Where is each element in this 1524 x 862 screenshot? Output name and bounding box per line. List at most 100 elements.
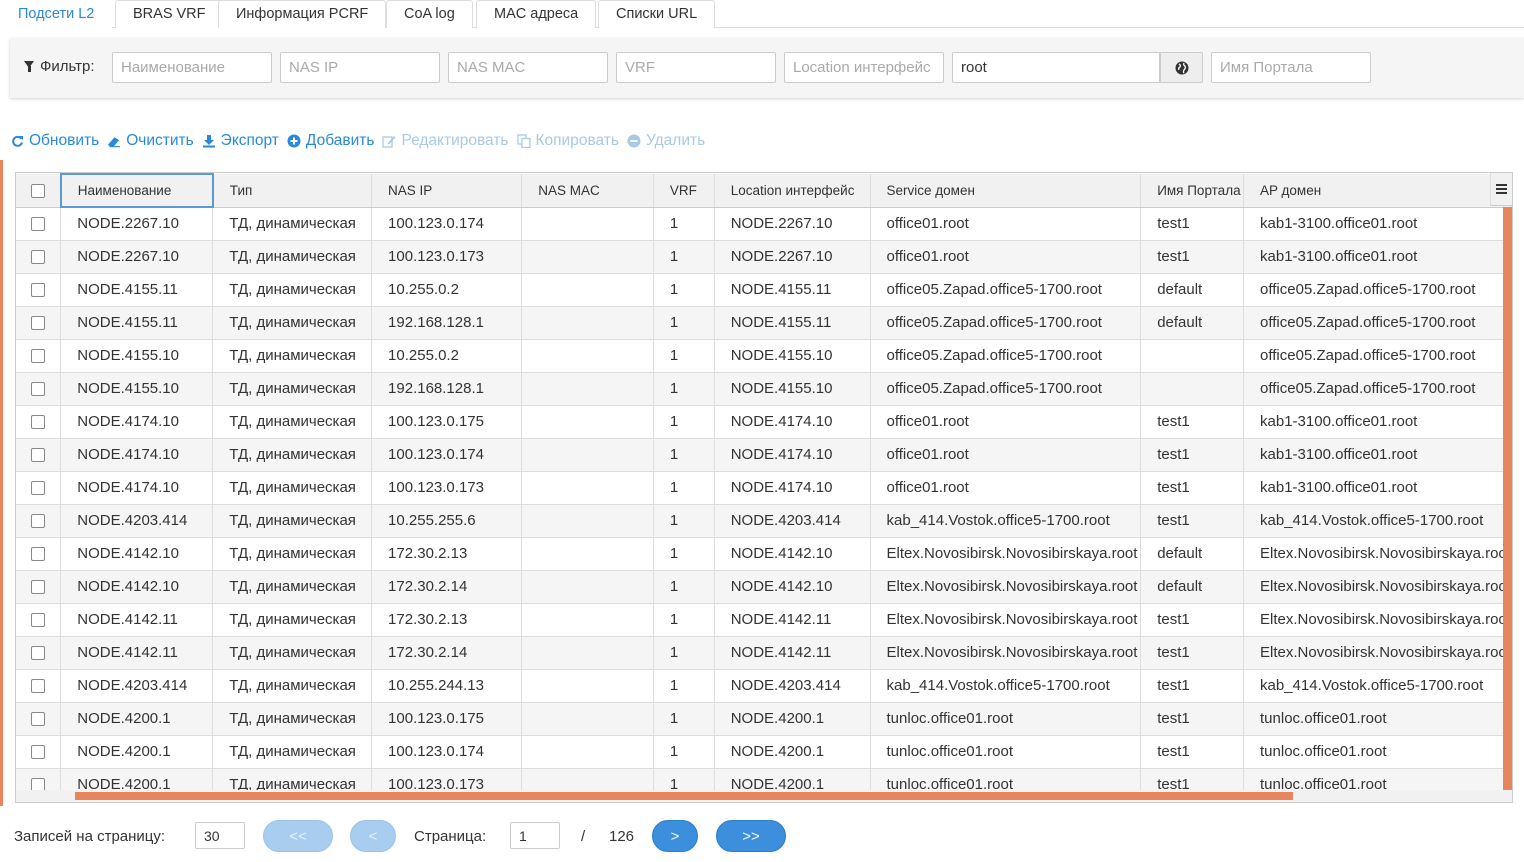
row-checkbox[interactable] [31, 745, 46, 760]
table-row[interactable]: NODE.2267.10 ТД, динамическая 100.123.0.17… [16, 207, 1512, 241]
table-row[interactable]: NODE.2267.10 ТД, динамическая 100.123.0.17… [16, 240, 1512, 274]
column-header-portal-name[interactable]: Имя Портала [1140, 174, 1245, 208]
column-header-name[interactable]: Наименование [59, 173, 214, 208]
name-filter-input[interactable] [112, 52, 272, 83]
cell-ap-domain[interactable]: tunloc.office01.root [1243, 735, 1512, 769]
cell-service-domain[interactable]: office05.Zapad.office5-1700.root [870, 306, 1142, 340]
column-header-nas-mac[interactable]: NAS MAC [521, 174, 654, 208]
cell-service-domain[interactable]: office01.root [870, 438, 1142, 472]
cell-portal-name[interactable]: default [1140, 570, 1245, 604]
cell-type[interactable]: ТД, динамическая [212, 405, 373, 439]
cell-ap-domain[interactable]: Eltex.Novosibirsk.Novosibirskaya.root [1243, 570, 1512, 604]
last-page-button[interactable]: >> [716, 820, 786, 852]
table-row[interactable]: NODE.4155.10 ТД, динамическая 10.255.0.2 1 N… [16, 339, 1512, 373]
cell-ap-domain[interactable]: Eltex.Novosibirsk.Novosibirskaya.root [1243, 636, 1512, 670]
cell-name[interactable]: NODE.2267.10 [60, 240, 214, 274]
cell-service-domain[interactable]: Eltex.Novosibirsk.Novosibirskaya.root [870, 636, 1142, 670]
prev-page-button[interactable]: < [350, 820, 396, 852]
cell-portal-name[interactable]: test1 [1140, 207, 1245, 241]
cell-nas-mac[interactable] [521, 669, 654, 703]
cell-nas-ip[interactable]: 100.123.0.174 [371, 735, 523, 769]
cell-type[interactable]: ТД, динамическая [212, 372, 373, 406]
cell-nas-ip[interactable]: 172.30.2.13 [371, 537, 523, 571]
cell-nas-mac[interactable] [521, 471, 654, 505]
table-row[interactable]: NODE.4203.414 ТД, динамическая 10.255.255.… [16, 504, 1512, 538]
cell-vrf[interactable]: 1 [653, 603, 715, 637]
cell-type[interactable]: ТД, динамическая [212, 570, 373, 604]
cell-nas-ip[interactable]: 10.255.255.6 [371, 504, 523, 538]
cell-name[interactable]: NODE.4203.414 [60, 669, 214, 703]
row-checkbox[interactable] [31, 250, 46, 265]
cell-nas-ip[interactable]: 100.123.0.174 [371, 438, 523, 472]
cell-location[interactable]: NODE.4142.11 [714, 603, 871, 637]
cell-location[interactable]: NODE.4174.10 [714, 405, 871, 439]
cell-service-domain[interactable]: office05.Zapad.office5-1700.root [870, 372, 1142, 406]
cell-portal-name[interactable]: test1 [1140, 405, 1245, 439]
cell-name[interactable]: NODE.4174.10 [60, 471, 214, 505]
cell-vrf[interactable]: 1 [653, 570, 715, 604]
cell-ap-domain[interactable]: office05.Zapad.office5-1700.root [1243, 273, 1512, 307]
row-checkbox[interactable] [31, 712, 46, 727]
per-page-input[interactable] [195, 822, 245, 849]
row-checkbox[interactable] [31, 448, 46, 463]
edit-button[interactable]: Редактировать [382, 130, 509, 152]
first-page-button[interactable]: << [263, 820, 333, 852]
cell-vrf[interactable]: 1 [653, 669, 715, 703]
cell-ap-domain[interactable]: kab_414.Vostok.office5-1700.root [1243, 504, 1512, 538]
clear-button[interactable]: Очистить [107, 130, 194, 152]
cell-nas-ip[interactable]: 10.255.0.2 [371, 273, 523, 307]
cell-portal-name[interactable] [1140, 372, 1245, 406]
table-row[interactable]: NODE.4200.1 ТД, динамическая 100.123.0.174… [16, 735, 1512, 769]
cell-nas-ip[interactable]: 100.123.0.174 [371, 207, 523, 241]
column-header-vrf[interactable]: VRF [653, 174, 715, 208]
cell-nas-mac[interactable] [521, 735, 654, 769]
cell-portal-name[interactable]: test1 [1140, 471, 1245, 505]
column-header-type[interactable]: Тип [212, 174, 373, 208]
tab-url-lists[interactable]: Списки URL [598, 0, 716, 28]
cell-service-domain[interactable]: office01.root [870, 471, 1142, 505]
cell-nas-mac[interactable] [521, 372, 654, 406]
cell-type[interactable]: ТД, динамическая [212, 636, 373, 670]
cell-type[interactable]: ТД, динамическая [212, 504, 373, 538]
cell-type[interactable]: ТД, динамическая [212, 240, 373, 274]
cell-nas-mac[interactable] [521, 273, 654, 307]
cell-vrf[interactable]: 1 [653, 438, 715, 472]
cell-portal-name[interactable] [1140, 339, 1245, 373]
cell-name[interactable]: NODE.4200.1 [60, 702, 214, 736]
cell-service-domain[interactable]: office01.root [870, 240, 1142, 274]
cell-name[interactable]: NODE.4142.10 [60, 570, 214, 604]
cell-nas-ip[interactable]: 100.123.0.175 [371, 405, 523, 439]
cell-location[interactable]: NODE.4203.414 [714, 504, 871, 538]
cell-ap-domain[interactable]: tunloc.office01.root [1243, 702, 1512, 736]
export-button[interactable]: Экспорт [202, 130, 279, 152]
cell-nas-ip[interactable]: 172.30.2.14 [371, 636, 523, 670]
add-button[interactable]: Добавить [287, 130, 374, 152]
cell-type[interactable]: ТД, динамическая [212, 306, 373, 340]
cell-type[interactable]: ТД, динамическая [212, 669, 373, 703]
cell-vrf[interactable]: 1 [653, 372, 715, 406]
cell-type[interactable]: ТД, динамическая [212, 438, 373, 472]
cell-nas-mac[interactable] [521, 306, 654, 340]
cell-vrf[interactable]: 1 [653, 273, 715, 307]
column-menu-button[interactable] [1490, 173, 1512, 206]
cell-service-domain[interactable]: office05.Zapad.office5-1700.root [870, 273, 1142, 307]
cell-location[interactable]: NODE.4200.1 [714, 702, 871, 736]
tab-bras-vrf[interactable]: BRAS VRF [115, 0, 224, 28]
cell-ap-domain[interactable]: kab1-3100.office01.root [1243, 471, 1512, 505]
tab-l2-subnets[interactable]: Подсети L2 [0, 0, 113, 28]
cell-name[interactable]: NODE.4142.11 [60, 636, 214, 670]
cell-ap-domain[interactable]: kab1-3100.office01.root [1243, 240, 1512, 274]
cell-ap-domain[interactable]: Eltex.Novosibirsk.Novosibirskaya.root [1243, 603, 1512, 637]
cell-vrf[interactable]: 1 [653, 240, 715, 274]
column-header-ap-domain[interactable]: AP домен [1243, 174, 1512, 208]
cell-nas-mac[interactable] [521, 702, 654, 736]
cell-ap-domain[interactable]: office05.Zapad.office5-1700.root [1243, 372, 1512, 406]
cell-vrf[interactable]: 1 [653, 702, 715, 736]
row-checkbox[interactable] [31, 382, 46, 397]
cell-name[interactable]: NODE.4174.10 [60, 405, 214, 439]
row-checkbox[interactable] [31, 514, 46, 529]
cell-nas-ip[interactable]: 100.123.0.173 [371, 471, 523, 505]
cell-location[interactable]: NODE.2267.10 [714, 207, 871, 241]
page-number-input[interactable] [510, 822, 560, 849]
cell-name[interactable]: NODE.4155.10 [60, 339, 214, 373]
